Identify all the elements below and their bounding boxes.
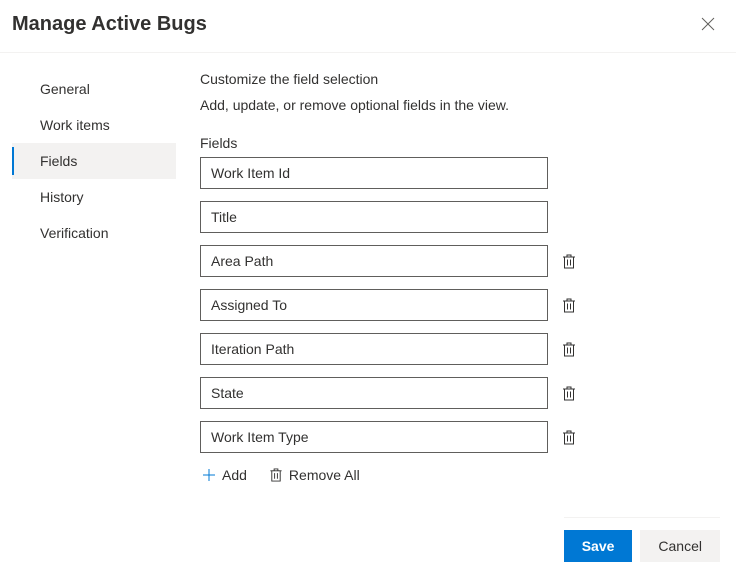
delete-field-button[interactable] (558, 338, 580, 361)
trash-icon (269, 468, 283, 482)
remove-all-label: Remove All (289, 467, 360, 483)
field-value: State (211, 385, 244, 401)
sidebar-item-fields[interactable]: Fields (12, 143, 176, 179)
field-row: Work Item Id (200, 157, 712, 189)
field-row: Assigned To (200, 289, 712, 321)
field-input[interactable]: Iteration Path (200, 333, 548, 365)
trash-icon (562, 386, 576, 401)
fields-list: Work Item Id Title Area Path Assigned To Ite… (200, 157, 712, 453)
close-icon (700, 16, 716, 32)
delete-field-button[interactable] (558, 382, 580, 405)
sidebar: General Work items Fields History Verificati… (0, 71, 176, 485)
field-row: State (200, 377, 712, 409)
section-subtitle: Add, update, or remove optional fields i… (200, 97, 712, 113)
trash-icon (562, 430, 576, 445)
field-value: Iteration Path (211, 341, 294, 357)
delete-field-button[interactable] (558, 294, 580, 317)
trash-icon (562, 342, 576, 357)
remove-all-button[interactable]: Remove All (267, 465, 362, 485)
sidebar-item-work-items[interactable]: Work items (12, 107, 176, 143)
section-title: Customize the field selection (200, 71, 712, 87)
delete-field-button[interactable] (558, 426, 580, 449)
field-row: Title (200, 201, 712, 233)
field-value: Area Path (211, 253, 273, 269)
field-row: Area Path (200, 245, 712, 277)
field-value: Work Item Type (211, 429, 309, 445)
sidebar-item-general[interactable]: General (12, 71, 176, 107)
add-field-button[interactable]: Add (200, 465, 249, 485)
sidebar-item-history[interactable]: History (12, 179, 176, 215)
close-button[interactable] (696, 12, 720, 36)
field-input[interactable]: Assigned To (200, 289, 548, 321)
field-value: Title (211, 209, 237, 225)
field-value: Work Item Id (211, 165, 290, 181)
save-button[interactable]: Save (564, 530, 633, 562)
field-input[interactable]: Work Item Id (200, 157, 548, 189)
dialog-title: Manage Active Bugs (12, 13, 207, 36)
cancel-button[interactable]: Cancel (640, 530, 720, 562)
field-row: Iteration Path (200, 333, 712, 365)
fields-label: Fields (200, 135, 712, 151)
field-input[interactable]: State (200, 377, 548, 409)
add-field-label: Add (222, 467, 247, 483)
trash-icon (562, 298, 576, 313)
sidebar-item-label: Verification (40, 225, 108, 241)
sidebar-item-label: Fields (40, 153, 77, 169)
field-value: Assigned To (211, 297, 287, 313)
plus-icon (202, 468, 216, 482)
sidebar-item-label: General (40, 81, 90, 97)
field-input[interactable]: Area Path (200, 245, 548, 277)
sidebar-item-label: Work items (40, 117, 110, 133)
trash-icon (562, 254, 576, 269)
sidebar-item-label: History (40, 189, 84, 205)
sidebar-item-verification[interactable]: Verification (12, 215, 176, 251)
delete-field-button[interactable] (558, 250, 580, 273)
field-input[interactable]: Title (200, 201, 548, 233)
field-row: Work Item Type (200, 421, 712, 453)
field-input[interactable]: Work Item Type (200, 421, 548, 453)
